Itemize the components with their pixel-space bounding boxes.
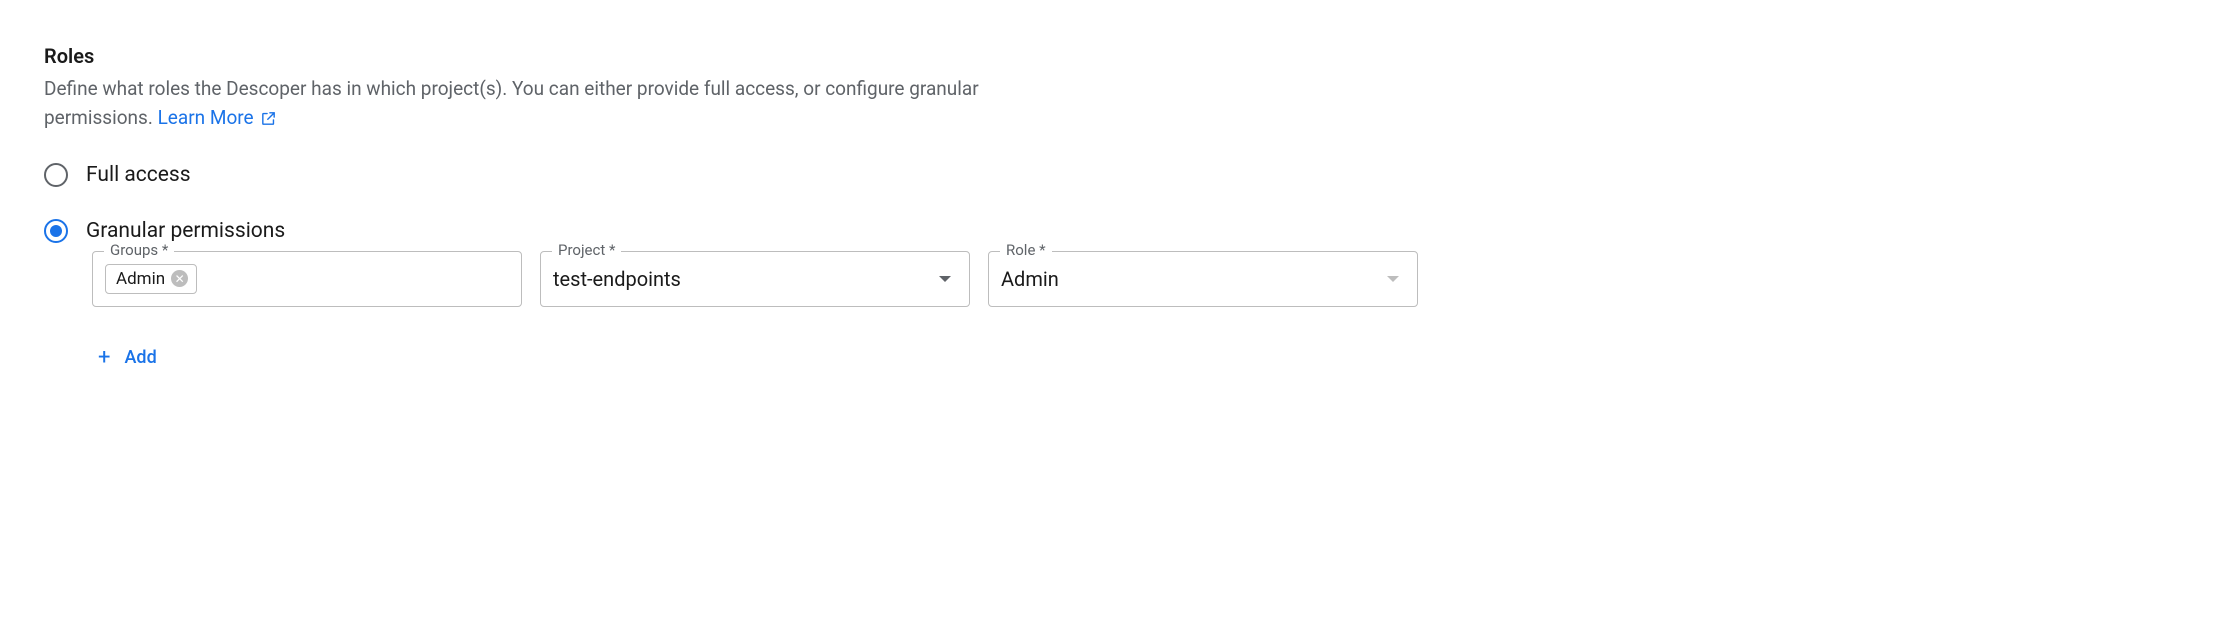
learn-more-label: Learn More (158, 103, 254, 132)
groups-field-wrapper: Groups * Admin ✕ (92, 251, 522, 307)
role-select[interactable]: Admin (988, 251, 1418, 307)
groups-multiselect[interactable]: Admin ✕ (92, 251, 522, 307)
chip-remove-icon[interactable]: ✕ (171, 270, 188, 287)
access-radio-group: Full access Granular permissions Groups … (44, 163, 2186, 369)
project-select[interactable]: test-endpoints (540, 251, 970, 307)
permission-fields-row: Groups * Admin ✕ Project * test-endpoint… (92, 251, 2186, 307)
roles-section: Roles Define what roles the Descoper has… (44, 44, 2186, 369)
section-description: Define what roles the Descoper has in wh… (44, 74, 1024, 133)
role-field-wrapper: Role * Admin (988, 251, 1418, 307)
section-title: Roles (44, 44, 2186, 68)
role-select-value: Admin (1001, 267, 1387, 291)
group-chip-label: Admin (116, 269, 165, 289)
chevron-down-icon (939, 276, 951, 282)
radio-full-access[interactable] (44, 163, 68, 187)
learn-more-link[interactable]: Learn More (158, 103, 277, 132)
project-field-wrapper: Project * test-endpoints (540, 251, 970, 307)
groups-field-label: Groups * (104, 241, 174, 259)
add-permission-button[interactable]: + Add (98, 347, 157, 369)
radio-option-granular[interactable]: Granular permissions (44, 219, 2186, 243)
role-field-label: Role * (1000, 241, 1052, 259)
radio-granular-label: Granular permissions (86, 219, 285, 243)
radio-option-full-access[interactable]: Full access (44, 163, 2186, 187)
external-link-icon (260, 110, 277, 127)
granular-option-block: Granular permissions Groups * Admin ✕ Pr… (44, 219, 2186, 369)
project-field-label: Project * (552, 241, 621, 259)
project-select-value: test-endpoints (553, 267, 939, 291)
radio-full-access-label: Full access (86, 163, 191, 187)
add-button-label: Add (124, 347, 156, 368)
radio-granular[interactable] (44, 219, 68, 243)
plus-icon: + (98, 347, 110, 369)
chevron-down-icon (1387, 276, 1399, 282)
group-chip: Admin ✕ (105, 264, 197, 294)
